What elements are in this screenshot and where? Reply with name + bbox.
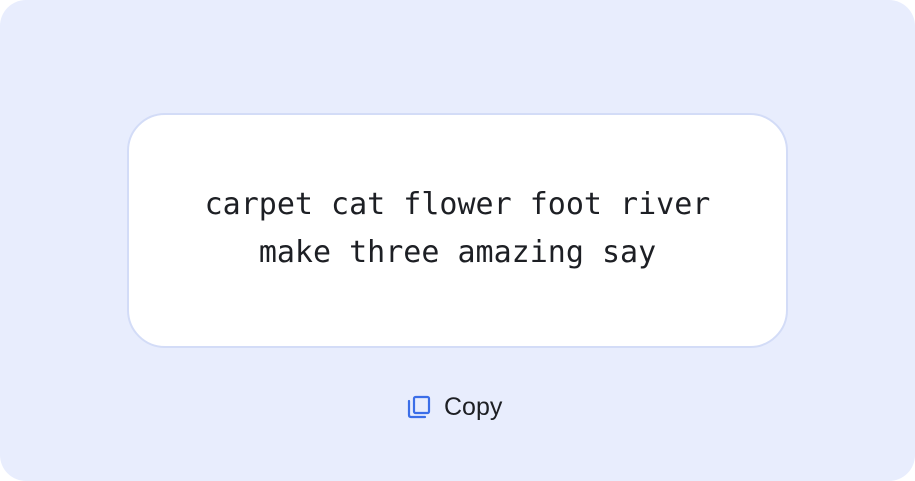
phrase-line-2: make three amazing say (258, 234, 657, 270)
copy-label: Copy (444, 393, 503, 421)
copy-button[interactable]: Copy (398, 384, 522, 430)
copy-icon (406, 394, 432, 420)
phrase-line-1: carpet cat flower foot river (204, 186, 711, 222)
recovery-phrase: carpet cat flower foot river make three … (178, 181, 738, 277)
phrase-panel: carpet cat flower foot river make three … (0, 0, 915, 481)
phrase-card: carpet cat flower foot river make three … (127, 113, 788, 348)
